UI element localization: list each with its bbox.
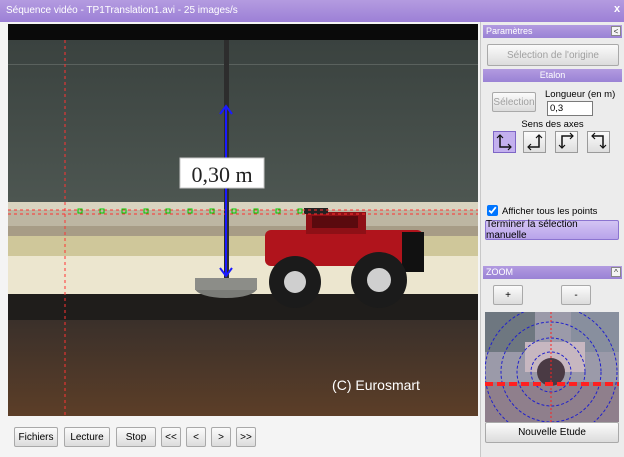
- params-panel: Paramètres < Sélection de l'origine Etal…: [481, 22, 624, 457]
- origin-selection-button[interactable]: Sélection de l'origine: [487, 44, 619, 66]
- etalon-header: Etalon: [483, 69, 622, 82]
- axes-up-right-button[interactable]: [493, 131, 516, 153]
- length-label: Longueur (en m): [545, 89, 616, 100]
- zoom-view: [485, 312, 619, 422]
- show-all-points-label: Afficher tous les points: [502, 206, 598, 217]
- video-scene[interactable]: 0,30 m (C) Eurosmart: [8, 24, 478, 416]
- video-pane: 0,30 m (C) Eurosmart Fichiers Lecture St…: [0, 22, 481, 457]
- axes-direction-label: Sens des axes: [521, 119, 584, 130]
- axes-down-left-button[interactable]: [587, 131, 610, 153]
- title-bar: Séquence vidéo - TP1Translation1.avi - 2…: [0, 0, 624, 22]
- prev-frame-button[interactable]: <: [186, 427, 206, 447]
- params-header-title: Paramètres: [486, 26, 533, 36]
- first-frame-button[interactable]: <<: [161, 427, 181, 447]
- axes-down-left-icon: [591, 132, 607, 149]
- zoom-collapse-button[interactable]: ^: [611, 267, 621, 277]
- calibration-selection-button[interactable]: Sélection: [492, 92, 536, 112]
- close-button[interactable]: x: [610, 0, 624, 18]
- zoom-image: [485, 312, 619, 422]
- zoom-header-title: ZOOM: [486, 267, 513, 277]
- measure-label: 0,30 m: [191, 162, 252, 187]
- params-header: Paramètres <: [483, 25, 622, 38]
- zoom-in-button[interactable]: +: [493, 285, 523, 305]
- next-frame-button[interactable]: >: [211, 427, 231, 447]
- params-collapse-button[interactable]: <: [611, 26, 621, 36]
- axes-up-left-button[interactable]: [523, 131, 546, 153]
- last-frame-button[interactable]: >>: [236, 427, 256, 447]
- files-button[interactable]: Fichiers: [14, 427, 58, 447]
- zoom-header: ZOOM ^: [483, 266, 622, 279]
- show-all-points-checkbox[interactable]: [487, 205, 498, 216]
- axes-up-right-icon: [496, 134, 512, 151]
- length-input[interactable]: [547, 101, 593, 116]
- axes-down-right-button[interactable]: [555, 131, 578, 153]
- watermark: (C) Eurosmart: [332, 377, 420, 393]
- axes-down-right-icon: [558, 132, 574, 149]
- stop-button[interactable]: Stop: [116, 427, 156, 447]
- video-frame[interactable]: 0,30 m (C) Eurosmart: [8, 24, 478, 416]
- play-button[interactable]: Lecture: [64, 427, 110, 447]
- axes-up-left-icon: [527, 134, 543, 151]
- window-title: Séquence vidéo - TP1Translation1.avi - 2…: [6, 5, 238, 16]
- finish-manual-selection-button[interactable]: Terminer la sélection manuelle: [485, 219, 619, 241]
- new-study-button[interactable]: Nouvelle Etude: [485, 422, 619, 443]
- zoom-out-button[interactable]: -: [561, 285, 591, 305]
